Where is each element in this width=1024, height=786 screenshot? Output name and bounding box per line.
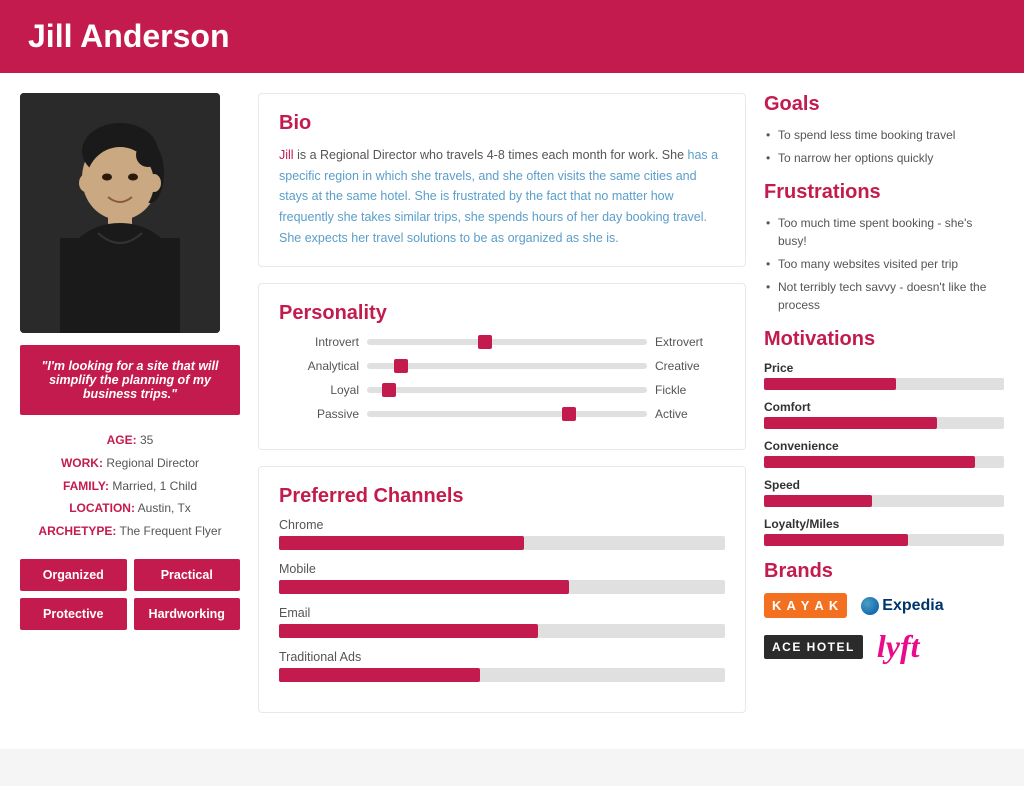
- goal-item-1: To narrow her options quickly: [764, 149, 1004, 167]
- age-value: 35: [140, 433, 153, 447]
- frustration-item-2: Not terribly tech savvy - doesn't like t…: [764, 278, 1004, 314]
- personality-row-3: Passive Active: [279, 407, 725, 421]
- personality-title: Personality: [279, 302, 725, 325]
- personality-section: Personality Introvert Extrovert Analytic…: [258, 283, 746, 450]
- channel-mobile: Mobile: [279, 562, 725, 594]
- age-label: AGE:: [107, 433, 137, 447]
- personality-row-0: Introvert Extrovert: [279, 335, 725, 349]
- goal-item-0: To spend less time booking travel: [764, 126, 1004, 144]
- goals-section: Goals To spend less time booking travel …: [764, 93, 1004, 167]
- personality-row-1: Analytical Creative: [279, 359, 725, 373]
- frustrations-title: Frustrations: [764, 181, 1004, 204]
- frustrations-section: Frustrations Too much time spent booking…: [764, 181, 1004, 314]
- brand-lyft: lyft: [877, 628, 920, 665]
- brands-title: Brands: [764, 560, 1004, 583]
- goals-title: Goals: [764, 93, 1004, 116]
- bio-section: Bio Jill is a Regional Director who trav…: [258, 93, 746, 267]
- location-label: LOCATION:: [69, 501, 135, 515]
- frustrations-list: Too much time spent booking - she's busy…: [764, 214, 1004, 314]
- frustration-item-0: Too much time spent booking - she's busy…: [764, 214, 1004, 250]
- header: Jill Anderson: [0, 0, 1024, 73]
- quote-box: "I'm looking for a site that will simpli…: [20, 345, 240, 415]
- archetype-value: The Frequent Flyer: [120, 524, 222, 538]
- traits-grid: Organized Practical Protective Hardworki…: [20, 559, 240, 630]
- frustration-item-1: Too many websites visited per trip: [764, 255, 1004, 273]
- brands-row-2: ACE HOTEL lyft: [764, 628, 1004, 665]
- work-label: WORK:: [61, 456, 103, 470]
- family-value: Married, 1 Child: [112, 479, 197, 493]
- channels-section: Preferred Channels Chrome Mobile Email: [258, 466, 746, 713]
- personality-row-2: Loyal Fickle: [279, 383, 725, 397]
- brands-row-1: K A Y A K Expedia: [764, 593, 1004, 618]
- brand-expedia: Expedia: [861, 597, 943, 615]
- trait-organized: Organized: [20, 559, 127, 591]
- channel-traditional: Traditional Ads: [279, 650, 725, 682]
- profile-photo: [20, 93, 220, 333]
- right-column: Goals To spend less time booking travel …: [764, 93, 1004, 729]
- brand-kayak: K A Y A K: [764, 593, 847, 618]
- motivations-title: Motivations: [764, 328, 1004, 351]
- channel-email: Email: [279, 606, 725, 638]
- brands-section: Brands K A Y A K Expedia ACE HOTEL lyft: [764, 560, 1004, 665]
- brand-ace-hotel: ACE HOTEL: [764, 635, 863, 659]
- motivation-price: Price: [764, 361, 1004, 390]
- work-value: Regional Director: [106, 456, 199, 470]
- expedia-globe-icon: [861, 597, 879, 615]
- family-label: FAMILY:: [63, 479, 109, 493]
- bio-title: Bio: [279, 112, 725, 135]
- info-section: AGE: 35 WORK: Regional Director FAMILY: …: [20, 429, 240, 543]
- motivation-speed: Speed: [764, 478, 1004, 507]
- archetype-label: ARCHETYPE:: [38, 524, 116, 538]
- mid-column: Bio Jill is a Regional Director who trav…: [258, 93, 746, 729]
- location-value: Austin, Tx: [138, 501, 191, 515]
- goals-list: To spend less time booking travel To nar…: [764, 126, 1004, 167]
- trait-practical: Practical: [134, 559, 241, 591]
- channels-title: Preferred Channels: [279, 485, 725, 508]
- motivation-comfort: Comfort: [764, 400, 1004, 429]
- bio-text: Jill is a Regional Director who travels …: [279, 145, 725, 248]
- motivations-section: Motivations Price Comfort Convenience: [764, 328, 1004, 546]
- motivation-convenience: Convenience: [764, 439, 1004, 468]
- trait-hardworking: Hardworking: [134, 598, 241, 630]
- left-column: "I'm looking for a site that will simpli…: [20, 93, 240, 729]
- trait-protective: Protective: [20, 598, 127, 630]
- page-title: Jill Anderson: [28, 18, 996, 55]
- channel-chrome: Chrome: [279, 518, 725, 550]
- motivation-loyalty: Loyalty/Miles: [764, 517, 1004, 546]
